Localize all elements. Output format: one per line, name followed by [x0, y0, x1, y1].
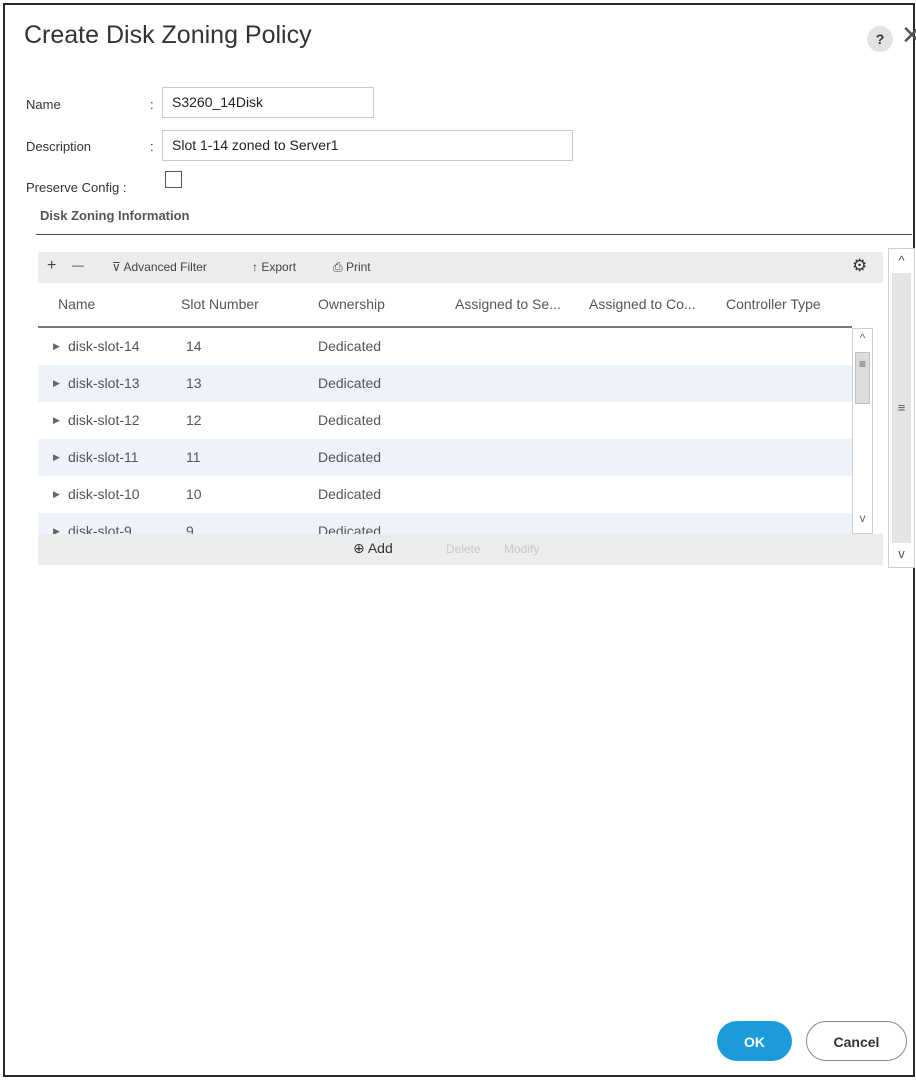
- slot-number: 13: [186, 375, 202, 391]
- disk-name: disk-slot-14: [68, 338, 140, 354]
- column-header-slot-number[interactable]: Slot Number: [181, 296, 259, 312]
- table-row[interactable]: ▶ disk-slot-13 13 Dedicated: [38, 365, 852, 402]
- name-label: Name: [26, 97, 61, 112]
- print-button[interactable]: ⎙ Print: [333, 260, 371, 275]
- ok-button[interactable]: OK: [717, 1021, 792, 1061]
- table-header: Name Slot Number Ownership Assigned to S…: [38, 285, 883, 327]
- advanced-filter-label: Advanced Filter: [123, 260, 207, 274]
- printer-icon: ⎙: [333, 260, 343, 274]
- table-footer: ⊕ Add Delete Modify: [38, 534, 883, 565]
- disk-name: disk-slot-10: [68, 486, 140, 502]
- table-row[interactable]: ▶ disk-slot-10 10 Dedicated: [38, 476, 852, 513]
- expand-arrow-icon[interactable]: ▶: [53, 378, 60, 389]
- print-label: Print: [345, 260, 371, 274]
- close-icon[interactable]: ✕: [901, 20, 916, 50]
- name-colon: :: [150, 97, 154, 112]
- section-title: Disk Zoning Information: [40, 208, 190, 223]
- add-row-icon[interactable]: +: [47, 257, 56, 275]
- table-toolbar: + — ⊽ Advanced Filter ↑ Export ⎙ Print ⚙: [38, 252, 883, 283]
- slot-number: 12: [186, 412, 202, 428]
- advanced-filter-button[interactable]: ⊽ Advanced Filter: [112, 260, 207, 274]
- ownership: Dedicated: [318, 449, 382, 465]
- create-disk-zoning-policy-dialog: Create Disk Zoning Policy ? ✕ Name : S32…: [3, 3, 916, 1077]
- export-label: Export: [261, 260, 297, 274]
- table-row[interactable]: ▶ disk-slot-12 12 Dedicated: [38, 402, 852, 439]
- up-arrow-icon: ↑: [252, 260, 258, 274]
- preserve-config-label: Preserve Config :: [26, 180, 127, 195]
- name-field[interactable]: S3260_14Disk: [162, 87, 374, 118]
- scroll-thumb[interactable]: ≡: [855, 352, 870, 404]
- slot-number: 14: [186, 338, 202, 354]
- remove-row-icon[interactable]: —: [72, 258, 84, 272]
- expand-arrow-icon[interactable]: ▶: [53, 452, 60, 463]
- section-scrollbar[interactable]: ^ ≡ v: [888, 248, 915, 568]
- scroll-down-icon[interactable]: v: [853, 511, 872, 525]
- column-header-name[interactable]: Name: [58, 296, 95, 312]
- ownership: Dedicated: [318, 338, 382, 354]
- export-button[interactable]: ↑ Export: [252, 260, 296, 274]
- slot-number: 9: [186, 523, 194, 534]
- scroll-up-icon[interactable]: ^: [853, 331, 872, 345]
- help-icon[interactable]: ?: [867, 26, 893, 52]
- table-row[interactable]: ▶ disk-slot-11 11 Dedicated: [38, 439, 852, 476]
- preserve-config-checkbox[interactable]: [165, 171, 182, 188]
- cancel-button[interactable]: Cancel: [806, 1021, 907, 1061]
- scroll-thumb[interactable]: ≡: [892, 273, 911, 543]
- expand-arrow-icon[interactable]: ▶: [53, 341, 60, 352]
- column-header-ownership[interactable]: Ownership: [318, 296, 385, 312]
- description-label: Description: [26, 139, 92, 154]
- table-scrollbar[interactable]: ^ ≡ v: [852, 328, 873, 534]
- column-header-assigned-server[interactable]: Assigned to Se...: [455, 296, 561, 312]
- expand-arrow-icon[interactable]: ▶: [53, 415, 60, 426]
- section-divider: [36, 234, 912, 235]
- gear-icon[interactable]: ⚙: [852, 256, 867, 276]
- table-row[interactable]: ▶ disk-slot-9 9 Dedicated: [38, 513, 852, 534]
- delete-button[interactable]: Delete: [446, 542, 481, 556]
- slot-number: 10: [186, 486, 202, 502]
- description-field[interactable]: Slot 1-14 zoned to Server1: [162, 130, 573, 161]
- disk-name: disk-slot-9: [68, 523, 132, 534]
- ownership: Dedicated: [318, 412, 382, 428]
- column-header-controller-type[interactable]: Controller Type: [726, 296, 821, 312]
- ownership: Dedicated: [318, 375, 382, 391]
- dialog-title: Create Disk Zoning Policy: [24, 21, 312, 49]
- column-header-assigned-controller[interactable]: Assigned to Co...: [589, 296, 696, 312]
- funnel-icon: ⊽: [112, 260, 121, 274]
- disk-name: disk-slot-13: [68, 375, 140, 391]
- description-colon: :: [150, 139, 154, 154]
- table-row[interactable]: ▶ disk-slot-14 14 Dedicated: [38, 328, 852, 365]
- table-body: ▶ disk-slot-14 14 Dedicated ▶ disk-slot-…: [38, 328, 852, 534]
- ownership: Dedicated: [318, 486, 382, 502]
- disk-name: disk-slot-12: [68, 412, 140, 428]
- add-button[interactable]: ⊕ Add: [353, 540, 393, 557]
- disk-name: disk-slot-11: [68, 449, 139, 465]
- scroll-down-icon[interactable]: v: [889, 546, 914, 561]
- expand-arrow-icon[interactable]: ▶: [53, 526, 60, 534]
- modify-button[interactable]: Modify: [504, 542, 539, 556]
- ownership: Dedicated: [318, 523, 382, 534]
- slot-number: 11: [186, 449, 201, 465]
- expand-arrow-icon[interactable]: ▶: [53, 489, 60, 500]
- scroll-up-icon[interactable]: ^: [889, 253, 914, 268]
